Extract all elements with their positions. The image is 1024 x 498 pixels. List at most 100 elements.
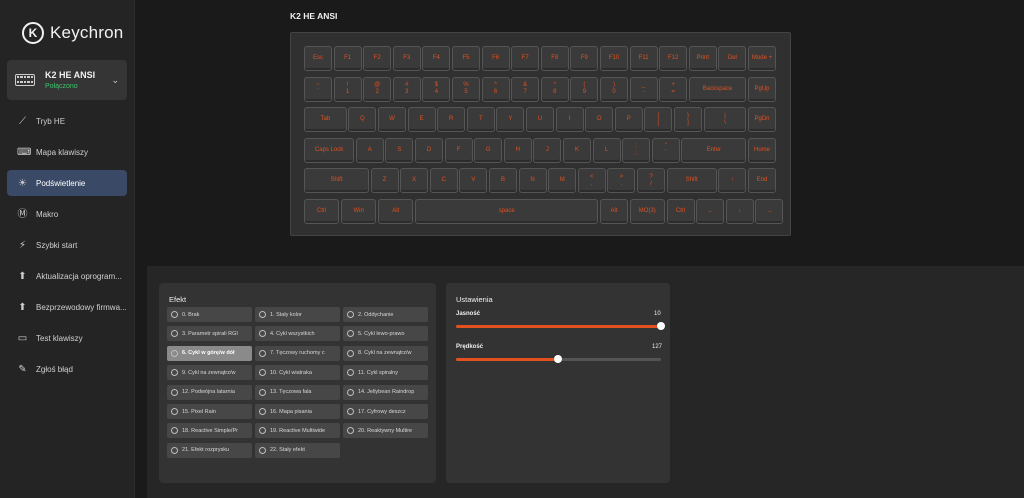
key[interactable]: V	[459, 168, 488, 193]
key[interactable]: * 8	[540, 76, 569, 102]
key[interactable]: Caps Lock	[304, 137, 355, 163]
key[interactable]: ! 1	[333, 76, 362, 102]
key[interactable]: <,	[577, 168, 606, 193]
key[interactable]: S	[385, 137, 414, 163]
key[interactable]: PgDn	[748, 107, 776, 132]
effect-option[interactable]: 20. Reaktywny Multire	[343, 423, 428, 439]
key[interactable]: R	[437, 107, 466, 132]
key[interactable]: Del	[718, 46, 747, 71]
sidebar-item-he-mode[interactable]: ⟋ Tryb HE	[7, 108, 127, 134]
key[interactable]: Ctrl	[666, 198, 695, 224]
sidebar-item-quick-start[interactable]: ⚡ Szybki start	[7, 232, 127, 258]
key[interactable]: + =	[659, 76, 688, 102]
effect-option[interactable]: 19. Reactive Multiwide	[255, 423, 340, 439]
key[interactable]: C	[429, 168, 458, 193]
speed-slider[interactable]	[456, 355, 661, 363]
key[interactable]: Shift	[304, 168, 369, 193]
key[interactable]: F5	[452, 46, 480, 71]
key[interactable]: F3	[392, 46, 421, 71]
key[interactable]: F6	[481, 46, 510, 71]
key[interactable]: D	[415, 137, 443, 163]
device-selector[interactable]: K2 HE ANSI Połączono ⌄	[7, 60, 127, 100]
key[interactable]: _ -	[629, 76, 658, 102]
key[interactable]: " '	[651, 137, 680, 163]
key[interactable]: MO(3)	[629, 198, 665, 224]
speed-slider-handle[interactable]	[554, 355, 563, 363]
key[interactable]: X	[400, 168, 429, 193]
key[interactable]: A	[355, 137, 384, 163]
key[interactable]: J	[533, 137, 562, 163]
key[interactable]: Ctrl	[304, 198, 340, 224]
key[interactable]: F9	[570, 46, 599, 71]
key[interactable]: F1	[333, 46, 362, 71]
key[interactable]: ↓	[725, 198, 754, 224]
chevron-down-icon[interactable]: ⌄	[111, 75, 119, 86]
key[interactable]: ^ 6	[481, 76, 510, 102]
key[interactable]: N	[518, 168, 547, 193]
key[interactable]: Tab	[304, 107, 347, 132]
sidebar-item-backlight[interactable]: ☀ Podświetlenie	[7, 170, 127, 196]
effect-option[interactable]: 16. Mapa pisania	[255, 404, 340, 419]
effect-option[interactable]: 3. Parametr spirali RGI	[167, 326, 252, 342]
key[interactable]: F10	[600, 46, 628, 71]
effect-option[interactable]: 2. Oddychanie	[343, 307, 428, 322]
effect-option[interactable]: 0. Brak	[167, 307, 252, 322]
key[interactable]: B	[489, 168, 517, 193]
key[interactable]: End	[748, 168, 776, 193]
key[interactable]: ? /	[637, 168, 665, 193]
key[interactable]: Win	[341, 198, 377, 224]
sidebar-item-key-test[interactable]: ▭ Test klawiszy	[7, 325, 127, 351]
effect-option[interactable]: 12. Podwójna latarnia	[167, 384, 252, 400]
key[interactable]: Y	[496, 107, 525, 132]
key[interactable]: Print	[688, 46, 717, 71]
key[interactable]: #3	[392, 76, 421, 102]
key[interactable]: {[	[644, 107, 673, 132]
key[interactable]: Alt	[600, 198, 628, 224]
effect-option[interactable]: 9. Cykl na zewnątrz/w	[167, 365, 252, 381]
key[interactable]: % 5	[452, 76, 480, 102]
key[interactable]: Home	[748, 137, 776, 163]
key[interactable]: F	[444, 137, 473, 163]
sidebar-item-macro[interactable]: Ⓜ Makro	[7, 201, 127, 227]
key[interactable]: Esc	[304, 46, 332, 71]
key[interactable]: >.	[607, 168, 636, 193]
key[interactable]: Backspace	[688, 76, 747, 102]
key[interactable]: H	[503, 137, 532, 163]
key[interactable]: K	[563, 137, 591, 163]
key[interactable]: ~ `	[304, 76, 332, 102]
key[interactable]: ↑	[718, 168, 747, 193]
effect-option[interactable]: 18. Reactive Simple/Pr	[167, 423, 252, 439]
key[interactable]: L	[592, 137, 621, 163]
key[interactable]: M	[548, 168, 577, 193]
key[interactable]: W	[378, 107, 406, 132]
key[interactable]: (9	[570, 76, 599, 102]
effect-option[interactable]: 15. Pixel Rain	[167, 404, 252, 419]
key[interactable]: Enter	[681, 137, 747, 163]
key[interactable]: @2	[363, 76, 392, 102]
key[interactable]: Mode +	[748, 46, 776, 71]
key[interactable]: F4	[422, 46, 451, 71]
sidebar-item-report-bug[interactable]: ✎ Zgłoś błąd	[7, 356, 127, 382]
brightness-slider-handle[interactable]	[657, 322, 665, 330]
key[interactable]: PgUp	[748, 76, 776, 102]
sidebar-item-firmware-update[interactable]: ⬆ Aktualizacja oprogram...	[7, 263, 127, 289]
key[interactable]: F8	[540, 46, 569, 71]
key[interactable]: F7	[511, 46, 540, 71]
effect-option[interactable]: 7. Tęczowy ruchomy c	[255, 345, 340, 361]
key[interactable]: T	[466, 107, 495, 132]
key[interactable]: F12	[659, 46, 688, 71]
key[interactable]: P	[614, 107, 643, 132]
effect-option[interactable]: 22. Stały efekt	[255, 442, 340, 458]
key[interactable]: ) 0	[600, 76, 628, 102]
effect-option[interactable]: 8. Cykl na zewnątrz/w	[343, 345, 428, 361]
key[interactable]: →	[755, 198, 784, 224]
effect-option[interactable]: 4. Cykl wszystkich	[255, 326, 340, 342]
key[interactable]: Z	[370, 168, 399, 193]
key[interactable]: $4	[422, 76, 451, 102]
key[interactable]: F2	[363, 46, 392, 71]
key[interactable]: space	[415, 198, 599, 224]
effect-option[interactable]: 6. Cykl w górę/w dół	[167, 345, 252, 361]
key[interactable]: | \	[703, 107, 747, 132]
effect-option[interactable]: 10. Cykl wiatraka	[255, 365, 340, 381]
key[interactable]: }]	[674, 107, 702, 132]
